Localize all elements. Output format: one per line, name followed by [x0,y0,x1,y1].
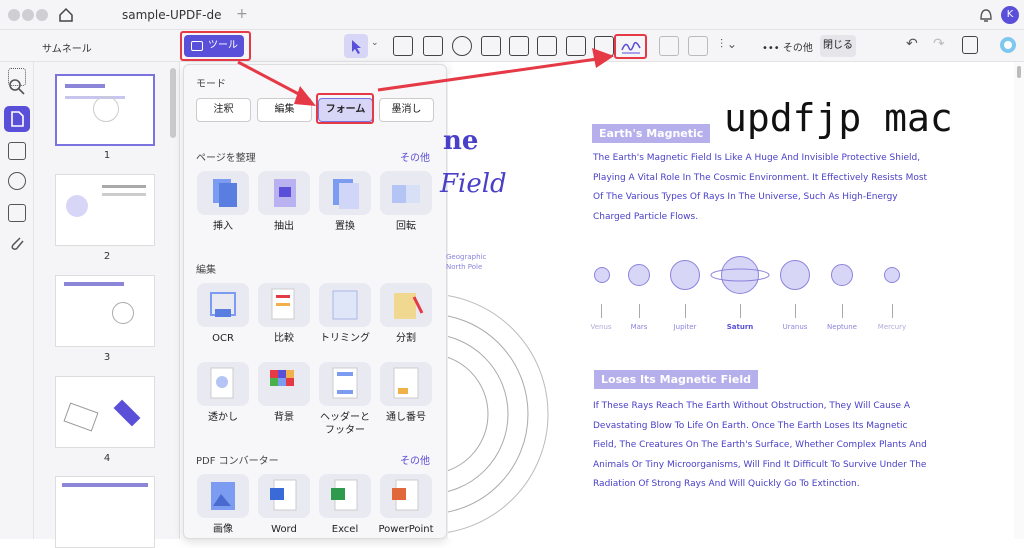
annotation-arrows [237,48,614,106]
